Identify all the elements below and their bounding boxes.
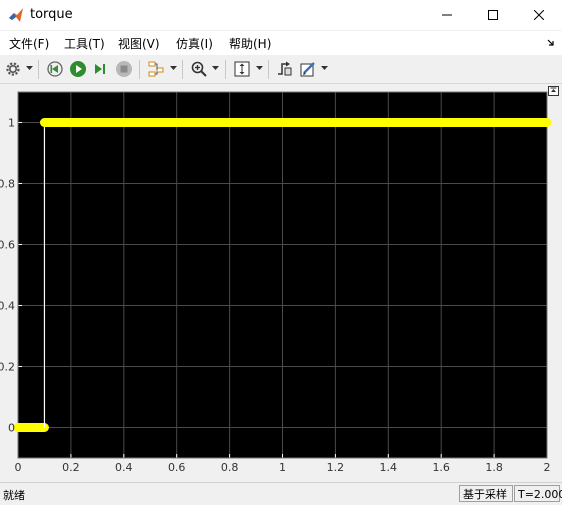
step-forward-button[interactable] <box>91 59 111 79</box>
step-back-button[interactable] <box>45 59 65 79</box>
settings-icon <box>6 62 20 76</box>
x-tick-label: 1.4 <box>380 461 398 474</box>
minimize-button[interactable] <box>424 0 470 30</box>
menu-simulation[interactable]: 仿真(I) <box>176 35 213 52</box>
sample-mode-indicator: 基于采样 <box>459 485 513 502</box>
signal-caret-icon[interactable] <box>170 65 177 71</box>
x-tick-label: 1.6 <box>432 461 450 474</box>
stop-button[interactable] <box>114 59 134 79</box>
sim-time-indicator: T=2.000 <box>514 485 562 502</box>
zoom-button[interactable] <box>189 59 209 79</box>
maximize-button[interactable] <box>470 0 516 30</box>
autoscale-caret-icon[interactable] <box>256 65 263 71</box>
x-tick-label: 0.6 <box>168 461 186 474</box>
settings-caret-icon[interactable] <box>26 65 33 71</box>
expand-arrow-icon[interactable] <box>546 36 556 48</box>
close-button[interactable] <box>516 0 562 30</box>
x-tick-label: 1 <box>279 461 286 474</box>
style-caret-icon[interactable] <box>321 65 328 71</box>
menu-tools[interactable]: 工具(T) <box>64 35 105 52</box>
x-tick-label: 0.8 <box>221 461 239 474</box>
x-tick-label: 2 <box>544 461 551 474</box>
menu-bar: 文件(F) 工具(T) 视图(V) 仿真(I) 帮助(H) <box>0 31 562 55</box>
step-back-icon <box>47 61 63 77</box>
x-tick-label: 0 <box>15 461 22 474</box>
settings-button[interactable] <box>3 59 23 79</box>
x-tick-label: 0.2 <box>62 461 80 474</box>
x-tick-label: 1.2 <box>327 461 345 474</box>
separator <box>182 60 183 79</box>
zoom-caret-icon[interactable] <box>212 65 219 71</box>
scope-chart[interactable]: 0 0.2 0.4 0.6 0.8 1 1.2 1.4 1.6 1.8 2 0 0.2 0.4 0.6 0.8… <box>0 84 562 482</box>
y-tick-label: 0 <box>8 422 15 435</box>
separator <box>225 60 226 79</box>
autoscale-button[interactable] <box>232 59 252 79</box>
window-title: torque <box>30 7 73 22</box>
x-tick-label: 1.8 <box>485 461 503 474</box>
triggers-button[interactable] <box>275 59 295 79</box>
stop-icon <box>116 61 132 77</box>
triggers-icon <box>278 61 292 76</box>
undock-icon[interactable] <box>548 86 559 96</box>
menu-help[interactable]: 帮助(H) <box>229 35 271 52</box>
menu-view[interactable]: 视图(V) <box>118 35 160 52</box>
zoom-icon <box>191 61 207 77</box>
menu-file[interactable]: 文件(F) <box>9 35 49 52</box>
run-icon <box>70 61 86 77</box>
matlab-logo-icon <box>8 7 24 23</box>
run-button[interactable] <box>68 59 88 79</box>
y-tick-label: 0.4 <box>0 300 15 313</box>
maximize-icon <box>488 10 498 20</box>
style-button[interactable] <box>298 59 318 79</box>
toolbar <box>0 56 562 84</box>
title-bar: torque <box>0 0 562 30</box>
status-text: 就绪 <box>3 489 25 502</box>
x-tick-label: 0.4 <box>115 461 133 474</box>
style-icon <box>300 62 315 77</box>
separator <box>268 60 269 79</box>
scope-plot-area: 0 0.2 0.4 0.6 0.8 1 1.2 1.4 1.6 1.8 2 0 0.2 0.4 0.6 0.8… <box>0 84 562 482</box>
close-icon <box>534 10 544 20</box>
y-tick-label: 0.8 <box>0 178 15 191</box>
minimize-icon <box>442 14 452 16</box>
status-bar: 就绪 基于采样 T=2.000 <box>0 482 562 505</box>
step-forward-icon <box>95 64 105 74</box>
separator <box>38 60 39 79</box>
autoscale-icon <box>234 61 250 77</box>
y-tick-label: 0.2 <box>0 361 15 374</box>
signal-highlight-button[interactable] <box>146 59 166 79</box>
y-tick-label: 1 <box>8 117 15 130</box>
separator <box>139 60 140 79</box>
y-tick-label: 0.6 <box>0 239 15 252</box>
signal-highlight-icon <box>148 61 164 77</box>
